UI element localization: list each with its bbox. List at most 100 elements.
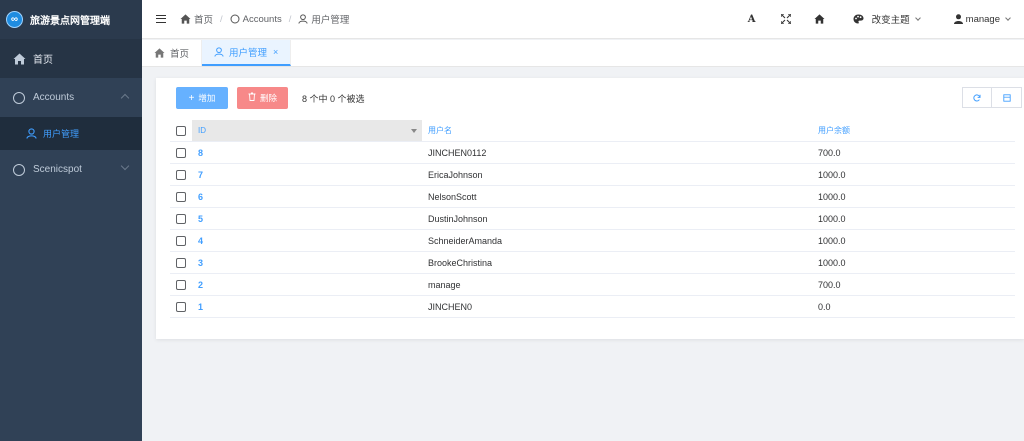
- username-cell: EricaJohnson: [428, 169, 483, 180]
- row-select-cell: [170, 301, 192, 312]
- table-row: 7 EricaJohnson 1000.0: [170, 164, 1015, 186]
- table-row: 6 NelsonScott 1000.0: [170, 186, 1015, 208]
- columns-icon[interactable]: [992, 87, 1022, 108]
- plus-icon: +: [188, 92, 195, 104]
- sidebar-item-scenicspot[interactable]: Scenicspot: [0, 150, 142, 189]
- brand: ∞ 旅游景点网管理端: [0, 0, 142, 39]
- id-link[interactable]: 1: [198, 302, 203, 312]
- table-header-row: ID 用户名 用户余额: [170, 120, 1015, 142]
- chevron-down-icon: [1005, 15, 1011, 21]
- breadcrumb-accounts[interactable]: Accounts: [230, 14, 282, 25]
- balance-cell: 700.0: [818, 279, 841, 290]
- username-cell: DustinJohnson: [428, 213, 488, 224]
- row-checkbox[interactable]: [176, 147, 186, 158]
- palette-icon: [853, 14, 864, 24]
- sidebar-item-label: Scenicspot: [33, 164, 82, 175]
- row-checkbox[interactable]: [176, 235, 186, 246]
- table-row: 4 SchneiderAmanda 1000.0: [170, 230, 1015, 252]
- theme-dropdown[interactable]: 改变主题: [853, 12, 921, 26]
- font-size-icon[interactable]: A: [735, 14, 769, 25]
- id-link[interactable]: 5: [198, 214, 203, 224]
- delete-button[interactable]: 删除: [237, 87, 288, 109]
- id-link[interactable]: 3: [198, 258, 203, 268]
- balance-cell: 1000.0: [818, 235, 846, 246]
- row-select-cell: [170, 191, 192, 202]
- balance-cell: 0.0: [818, 301, 831, 312]
- app-title: 旅游景点网管理端: [30, 16, 110, 27]
- column-header-id[interactable]: ID: [192, 120, 422, 141]
- row-checkbox[interactable]: [176, 213, 186, 224]
- theme-label: 改变主题: [871, 15, 910, 26]
- row-select-cell: [170, 147, 192, 158]
- sidebar-item-home[interactable]: 首页: [0, 39, 142, 78]
- chevron-down-icon: [120, 161, 130, 171]
- table-row: 3 BrookeChristina 1000.0: [170, 252, 1015, 274]
- delete-button-label: 删除: [259, 93, 277, 103]
- table-row: 5 DustinJohnson 1000.0: [170, 208, 1015, 230]
- username-cell: manage: [428, 279, 461, 290]
- tab-home[interactable]: 首页: [142, 40, 203, 66]
- id-cell: 6: [192, 186, 422, 207]
- id-cell: 7: [192, 164, 422, 185]
- select-all-cell: [170, 125, 192, 136]
- row-select-cell: [170, 169, 192, 180]
- close-icon[interactable]: ×: [273, 47, 278, 57]
- user-icon: [214, 47, 224, 57]
- id-link[interactable]: 7: [198, 170, 203, 180]
- sidebar-item-user-management[interactable]: 用户管理: [0, 117, 142, 150]
- column-header-balance[interactable]: 用户余额: [812, 125, 1015, 136]
- id-link[interactable]: 6: [198, 192, 203, 202]
- id-link[interactable]: 2: [198, 280, 203, 290]
- select-all-checkbox[interactable]: [176, 125, 186, 136]
- row-checkbox[interactable]: [176, 191, 186, 202]
- user-icon: [953, 14, 963, 24]
- username-cell: BrookeChristina: [428, 257, 493, 268]
- home-icon[interactable]: [803, 14, 837, 24]
- tab-label: 首页: [170, 49, 190, 60]
- topbar: 首页 / Accounts / 用户管理 A 改变主题 manage: [142, 0, 1024, 39]
- add-button[interactable]: + 增加: [176, 87, 228, 109]
- topbar-actions: A 改变主题 manage: [735, 0, 1024, 38]
- balance-cell: 700.0: [818, 147, 841, 158]
- users-table: ID 用户名 用户余额 8 JINCHEN0112 700.0 7 EricaJohns…: [170, 120, 1015, 318]
- balance-cell: 1000.0: [818, 169, 846, 180]
- id-cell: 2: [192, 274, 422, 295]
- row-select-cell: [170, 279, 192, 290]
- tab-user-management[interactable]: 用户管理 ×: [202, 40, 292, 66]
- id-cell: 4: [192, 230, 422, 251]
- sidebar: ∞ 旅游景点网管理端 首页 Accounts 用户管理 Scenicspot: [0, 0, 142, 441]
- infinity-logo-icon: ∞: [6, 11, 23, 28]
- breadcrumb-label: 首页: [194, 15, 214, 26]
- id-cell: 8: [192, 142, 422, 163]
- row-checkbox[interactable]: [176, 257, 186, 268]
- circle-icon: [12, 91, 26, 105]
- sidebar-item-accounts[interactable]: Accounts: [0, 78, 142, 117]
- breadcrumb-current: 用户管理: [298, 12, 349, 26]
- refresh-icon[interactable]: [962, 87, 992, 108]
- table-row: 8 JINCHEN0112 700.0: [170, 142, 1015, 164]
- row-checkbox[interactable]: [176, 279, 186, 290]
- table-toolbar: + 增加 删除 8 个中 0 个被选: [176, 87, 1024, 109]
- table-row: 2 manage 700.0: [170, 274, 1015, 296]
- home-icon: [154, 48, 165, 58]
- table-tool-icons: [962, 87, 1022, 108]
- column-header-username[interactable]: 用户名: [422, 125, 812, 136]
- column-header-label: ID: [198, 126, 206, 135]
- sidebar-item-label: Accounts: [33, 92, 75, 103]
- row-checkbox[interactable]: [176, 169, 186, 180]
- add-button-label: 增加: [198, 93, 216, 103]
- row-checkbox[interactable]: [176, 301, 186, 312]
- breadcrumb-home[interactable]: 首页: [180, 12, 213, 26]
- selection-info: 8 个中 0 个被选: [302, 93, 365, 104]
- content-card: + 增加 删除 8 个中 0 个被选 ID 用户名 用户余额 8 JINCHEN…: [156, 78, 1024, 339]
- hamburger-menu-icon[interactable]: [156, 15, 166, 23]
- id-cell: 3: [192, 252, 422, 273]
- fullscreen-icon[interactable]: [769, 14, 803, 24]
- username-cell: JINCHEN0: [428, 301, 473, 312]
- id-link[interactable]: 4: [198, 236, 203, 246]
- home-icon: [12, 52, 26, 66]
- user-dropdown[interactable]: manage: [953, 14, 1011, 25]
- id-link[interactable]: 8: [198, 148, 203, 158]
- row-select-cell: [170, 257, 192, 268]
- circle-icon: [230, 14, 240, 24]
